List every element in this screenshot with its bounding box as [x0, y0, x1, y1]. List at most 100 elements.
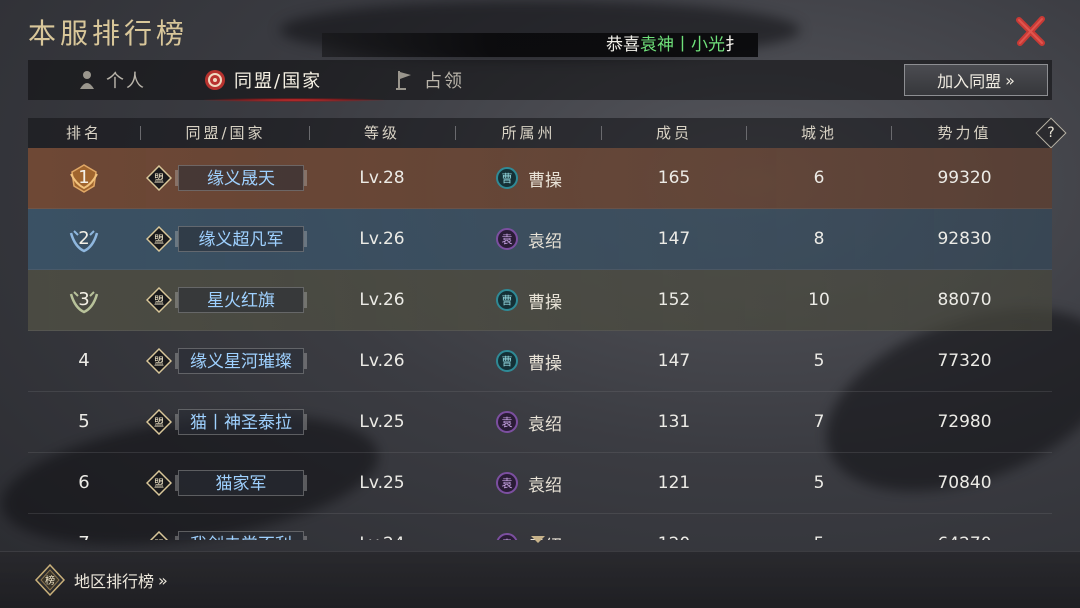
alliance-name[interactable]: 猫丨神圣泰拉 — [175, 409, 307, 435]
state-cao-icon: 曹 — [496, 167, 518, 189]
alliance-emblem-icon: 盟 — [146, 470, 172, 496]
table-row[interactable]: 5 盟 猫丨神圣泰拉 Lv.25 袁 袁绍 131 7 72980 — [28, 392, 1052, 453]
table-row[interactable]: 1 盟 缘义晟天 Lv.28 曹 曹操 165 6 99320 — [28, 148, 1052, 209]
svg-text:盟: 盟 — [154, 478, 164, 490]
rank-badge-silver: 2 — [68, 223, 100, 255]
tab-personal[interactable]: 个人 — [76, 60, 146, 100]
state-yuan-icon: 袁 — [496, 411, 518, 433]
rank-number: 2 — [78, 228, 90, 249]
alliance-state: 曹 曹操 — [496, 166, 562, 191]
state-cao-icon: 曹 — [496, 350, 518, 372]
column-header-rank: 排名 — [65, 124, 102, 142]
alliance-name[interactable]: 缘义星河璀璨 — [175, 348, 307, 374]
power-value: 64270 — [892, 514, 1037, 540]
rank-badge-gold: 1 — [68, 162, 100, 194]
state-yuan-icon: 袁 — [496, 533, 518, 540]
member-count: 121 — [657, 473, 691, 493]
tab-occupy-label: 占领 — [424, 71, 464, 92]
ranking-badge-icon: 榜 — [34, 564, 66, 596]
svg-text:盟: 盟 — [154, 417, 164, 429]
rank-number: 6 — [78, 472, 90, 493]
svg-text:榜: 榜 — [45, 574, 55, 587]
alliance-emblem-icon: 盟 — [146, 348, 172, 374]
bottom-bar: 榜 地区排行榜 » — [0, 551, 1080, 608]
close-icon[interactable] — [1014, 14, 1048, 48]
alliance-emblem-icon: 盟 — [146, 287, 172, 313]
state-name: 曹操 — [528, 353, 562, 374]
state-cao-icon: 曹 — [496, 289, 518, 311]
state-name: 曹操 — [528, 170, 562, 191]
power-value: 77320 — [937, 351, 992, 371]
rank-number: 7 — [68, 514, 100, 540]
member-count: 165 — [657, 168, 691, 188]
flag-icon — [396, 71, 411, 90]
alliance-name[interactable]: 缘义晟天 — [175, 165, 307, 191]
alliance-icon — [205, 70, 225, 90]
rank-number: 5 — [78, 411, 90, 432]
table-header: 排名 同盟/国家 等级 所属州 成员 城池 势力值 — [28, 118, 1052, 148]
city-count: 6 — [813, 168, 825, 188]
person-icon — [80, 71, 94, 89]
marquee-tail: 扌 — [725, 35, 742, 55]
power-value: 70840 — [937, 473, 992, 493]
alliance-state: 曹 曹操 — [496, 349, 562, 374]
column-header-level: 等级 — [363, 124, 400, 142]
city-count: 5 — [813, 351, 825, 371]
join-alliance-label: 加入同盟 — [937, 72, 1002, 91]
alliance-level: Lv.26 — [359, 290, 405, 310]
table-row[interactable]: 6 盟 猫家军 Lv.25 袁 袁绍 121 5 70840 — [28, 453, 1052, 514]
alliance-level: Lv.25 — [359, 412, 405, 432]
power-value: 88070 — [937, 290, 992, 310]
marquee-player-name: 袁神丨小光 — [640, 35, 725, 55]
city-count: 10 — [808, 290, 830, 310]
table-row[interactable]: 2 盟 缘义超凡军 Lv.26 袁 袁绍 147 8 92830 — [28, 209, 1052, 270]
column-header-power: 势力值 — [937, 124, 992, 142]
city-count: 8 — [813, 229, 825, 249]
alliance-name[interactable]: 缘义超凡军 — [175, 226, 307, 252]
alliance-level: Lv.28 — [359, 168, 405, 188]
member-count: 152 — [657, 290, 691, 310]
ranking-list[interactable]: 1 盟 缘义晟天 Lv.28 曹 曹操 165 6 99320 2 盟 缘义超凡… — [28, 148, 1052, 540]
tab-occupy[interactable]: 占领 — [394, 60, 464, 100]
rank-number: 4 — [78, 350, 90, 371]
region-ranking-label: 地区排行榜 — [74, 572, 155, 591]
column-divider — [140, 126, 141, 140]
alliance-state: 袁 袁绍 — [496, 532, 562, 540]
state-yuan-icon: 袁 — [496, 228, 518, 250]
power-value: 92830 — [937, 229, 992, 249]
join-alliance-button[interactable]: 加入同盟 » — [904, 64, 1048, 96]
alliance-name[interactable]: 猫家军 — [175, 470, 307, 496]
column-header-alliance: 同盟/国家 — [185, 124, 266, 142]
rank-number: 1 — [78, 167, 90, 188]
city-count: 5 — [747, 514, 891, 540]
alliance-name[interactable]: 我剑未尝不利 — [175, 531, 307, 540]
alliance-emblem-icon: 盟 — [149, 531, 169, 540]
member-count: 147 — [657, 229, 691, 249]
chevron-right-icon: » — [158, 570, 168, 590]
column-header-members: 成员 — [655, 124, 692, 142]
alliance-state: 曹 曹操 — [496, 288, 562, 313]
member-count: 120 — [602, 514, 746, 540]
marquee-prefix: 恭喜 — [606, 35, 640, 55]
rank-number: 3 — [78, 289, 90, 310]
table-row[interactable]: 4 盟 缘义星河璀璨 Lv.26 曹 曹操 147 5 77320 — [28, 331, 1052, 392]
announcement-marquee: 恭喜袁神丨小光扌 — [322, 33, 758, 57]
state-name: 袁绍 — [528, 414, 562, 435]
member-count: 147 — [657, 351, 691, 371]
active-tab-indicator — [204, 98, 384, 102]
chevron-right-icon: » — [1005, 70, 1015, 90]
alliance-level: Lv.26 — [359, 351, 405, 371]
scroll-down-icon[interactable] — [531, 536, 545, 543]
table-row[interactable]: 3 盟 星火红旗 Lv.26 曹 曹操 152 10 88070 — [28, 270, 1052, 331]
region-ranking-button[interactable]: 榜 地区排行榜 » — [34, 564, 168, 596]
alliance-name[interactable]: 星火红旗 — [175, 287, 307, 313]
svg-text:盟: 盟 — [154, 539, 164, 540]
svg-text:盟: 盟 — [154, 356, 164, 368]
svg-text:盟: 盟 — [154, 173, 164, 185]
svg-text:盟: 盟 — [154, 234, 164, 246]
state-name: 袁绍 — [528, 231, 562, 252]
tab-bar: 个人 同盟/国家 占领 — [28, 60, 1052, 102]
tab-alliance-nation[interactable]: 同盟/国家 — [204, 60, 322, 100]
column-header-cities: 城池 — [800, 124, 837, 142]
tab-personal-label: 个人 — [106, 71, 146, 92]
